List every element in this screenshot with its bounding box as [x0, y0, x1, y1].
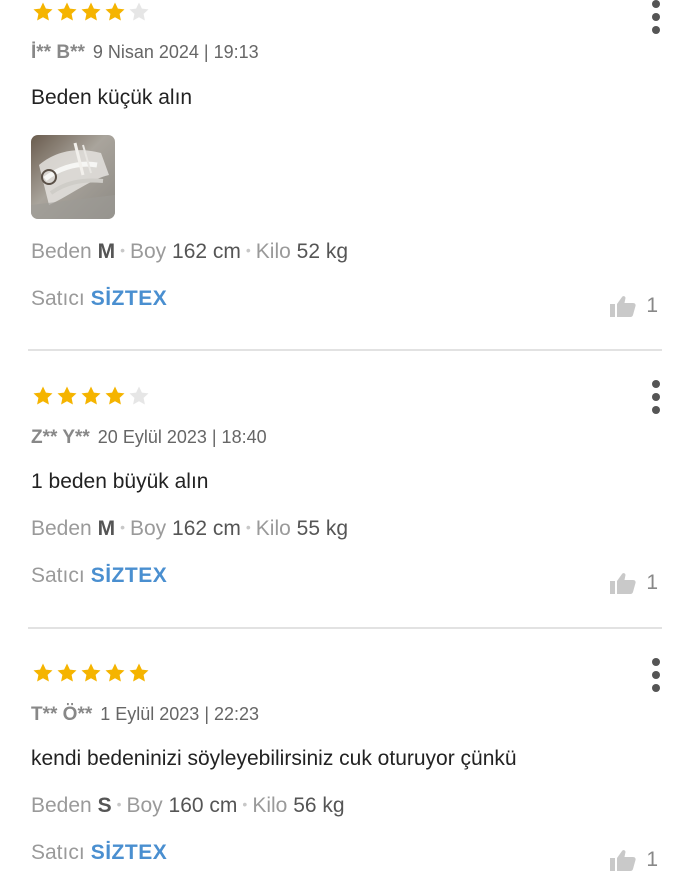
weight-value: 55 kg: [296, 517, 349, 540]
height-label: Boy: [126, 794, 163, 817]
size-label: Beden: [31, 794, 92, 817]
more-options-button[interactable]: [648, 380, 664, 414]
seller-info: Satıcı SİZTEX: [31, 841, 167, 865]
star-empty-icon: [129, 386, 149, 405]
rating-stars: [32, 385, 150, 407]
star-empty-icon: [129, 2, 149, 21]
kebab-dot-icon: [652, 380, 660, 388]
like-button[interactable]: 1: [610, 571, 658, 595]
separator-dot: •: [245, 519, 251, 535]
kebab-dot-icon: [652, 684, 660, 692]
more-options-button[interactable]: [648, 658, 664, 692]
review-meta: T** Ö** 1 Eylül 2023 | 22:23: [31, 704, 259, 726]
review-date: 20 Eylül 2023 | 18:40: [97, 427, 267, 447]
review-comment: 1 beden büyük alın: [31, 470, 209, 493]
more-options-button[interactable]: [648, 0, 664, 34]
kebab-dot-icon: [652, 406, 660, 414]
star-filled-icon: [105, 2, 125, 21]
weight-label: Kilo: [255, 240, 291, 263]
weight-value: 56 kg: [293, 794, 345, 817]
size-value: S: [97, 794, 112, 817]
thumbs-up-icon: [610, 296, 636, 317]
like-count: 1: [646, 848, 658, 871]
like-button[interactable]: 1: [610, 848, 658, 872]
seller-label: Satıcı: [31, 287, 85, 310]
photo-thumbnail-image: [31, 135, 115, 219]
review-meta: Z** Y** 20 Eylül 2023 | 18:40: [31, 427, 267, 449]
star-filled-icon: [57, 386, 77, 405]
thumbs-up-icon: [610, 573, 636, 594]
size-value: M: [97, 517, 116, 540]
height-label: Boy: [129, 240, 167, 263]
review-divider: [28, 627, 662, 629]
star-filled-icon: [33, 386, 53, 405]
body-info: Beden S • Boy 160 cm • Kilo 56 kg: [31, 794, 345, 818]
separator-dot: •: [120, 242, 125, 258]
kebab-dot-icon: [652, 13, 660, 21]
separator-dot: •: [116, 796, 122, 812]
review-comment: kendi bedeninizi söyleyebilirsiniz cuk o…: [31, 747, 517, 770]
reviewer-name: Z** Y**: [31, 427, 90, 448]
seller-label: Satıcı: [31, 841, 85, 864]
thumbs-up-icon: [610, 850, 636, 871]
star-filled-icon: [105, 386, 125, 405]
review-date: 9 Nisan 2024 | 19:13: [92, 42, 259, 62]
weight-value: 52 kg: [296, 240, 349, 263]
kebab-dot-icon: [652, 393, 660, 401]
seller-info: Satıcı SİZTEX: [31, 564, 167, 588]
star-filled-icon: [105, 663, 125, 682]
weight-label: Kilo: [255, 517, 291, 540]
kebab-dot-icon: [652, 658, 660, 666]
size-value: M: [97, 240, 116, 263]
kebab-dot-icon: [652, 0, 660, 8]
like-count: 1: [646, 571, 658, 594]
review-comment: Beden küçük alın: [31, 86, 193, 109]
star-filled-icon: [81, 386, 101, 405]
size-label: Beden: [31, 240, 92, 263]
rating-stars: [32, 662, 150, 684]
seller-name-link[interactable]: SİZTEX: [91, 287, 168, 310]
separator-dot: •: [242, 796, 248, 812]
reviewer-name: T** Ö**: [31, 704, 93, 725]
height-value: 162 cm: [172, 240, 241, 263]
seller-label: Satıcı: [31, 564, 85, 587]
review-meta: İ** B** 9 Nisan 2024 | 19:13: [31, 42, 259, 64]
review-divider: [28, 349, 662, 351]
star-filled-icon: [81, 663, 101, 682]
star-filled-icon: [129, 663, 149, 682]
height-value: 162 cm: [172, 517, 241, 540]
review-date: 1 Eylül 2023 | 22:23: [100, 704, 260, 724]
body-info: Beden M • Boy 162 cm • Kilo 55 kg: [31, 517, 348, 541]
separator-dot: •: [245, 242, 251, 258]
review-photo[interactable]: [31, 135, 115, 219]
seller-name-link[interactable]: SİZTEX: [91, 841, 168, 864]
star-filled-icon: [33, 663, 53, 682]
seller-name-link[interactable]: SİZTEX: [91, 564, 168, 587]
separator-dot: •: [120, 519, 125, 535]
weight-label: Kilo: [252, 794, 288, 817]
star-filled-icon: [81, 2, 101, 21]
size-label: Beden: [31, 517, 92, 540]
like-button[interactable]: 1: [610, 294, 658, 318]
star-filled-icon: [57, 663, 77, 682]
kebab-dot-icon: [652, 671, 660, 679]
body-info: Beden M • Boy 162 cm • Kilo 52 kg: [31, 240, 348, 264]
star-filled-icon: [57, 2, 77, 21]
height-label: Boy: [129, 517, 167, 540]
seller-info: Satıcı SİZTEX: [31, 287, 167, 311]
reviewer-name: İ** B**: [31, 42, 85, 63]
kebab-dot-icon: [652, 26, 660, 34]
rating-stars: [32, 1, 150, 23]
height-value: 160 cm: [168, 794, 238, 817]
like-count: 1: [646, 294, 658, 317]
star-filled-icon: [33, 2, 53, 21]
